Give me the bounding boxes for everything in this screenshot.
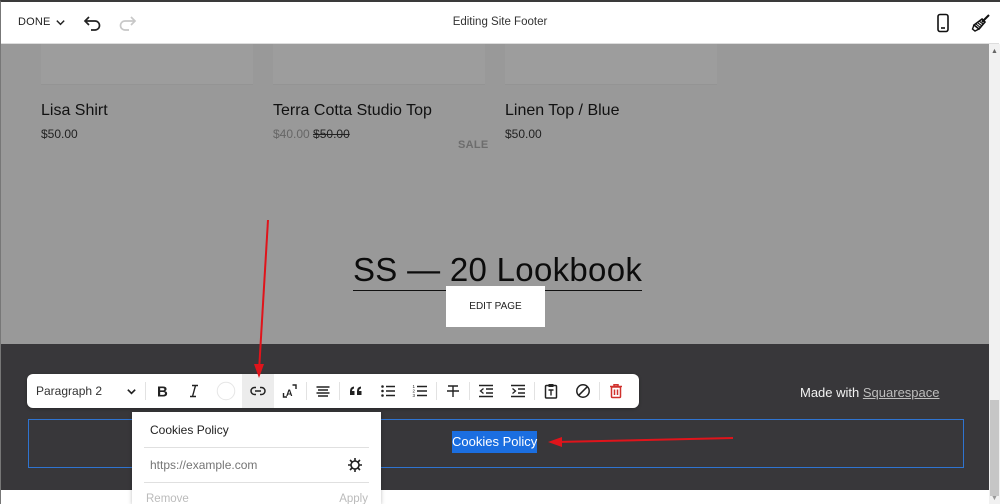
- clear-formatting-button[interactable]: [567, 374, 599, 408]
- text-color-button[interactable]: [210, 374, 242, 408]
- color-circle-icon: [216, 381, 236, 401]
- text-size-button[interactable]: A: [274, 374, 306, 408]
- product-card[interactable]: Linen Top / Blue $50.00: [505, 44, 717, 141]
- original-price: $50.00: [313, 127, 350, 141]
- product-card[interactable]: Terra Cotta Studio Top $40.00 $50.00: [273, 44, 485, 141]
- clipboard-text-icon: [544, 384, 558, 399]
- svg-text:3: 3: [413, 393, 416, 398]
- bold-button[interactable]: B: [146, 374, 178, 408]
- edit-page-button[interactable]: EDIT PAGE: [446, 286, 545, 327]
- clear-format-icon: [576, 384, 590, 398]
- product-name: Linen Top / Blue: [505, 102, 620, 119]
- strikethrough-icon: [447, 385, 459, 397]
- product-name: Terra Cotta Studio Top: [273, 102, 432, 119]
- trash-icon: [610, 384, 622, 399]
- numbered-list-icon: 123: [413, 384, 427, 398]
- apply-link-button[interactable]: Apply: [339, 493, 368, 504]
- popover-divider: [144, 447, 369, 448]
- selected-link-text[interactable]: Cookies Policy: [452, 431, 538, 453]
- popover-divider: [144, 482, 369, 483]
- mobile-preview-icon[interactable]: [934, 13, 952, 33]
- product-image: [505, 44, 717, 85]
- scroll-up-arrow-icon[interactable]: ▲: [991, 48, 998, 55]
- scrollbar-thumb[interactable]: [990, 400, 999, 496]
- bulleted-list-icon: [381, 385, 395, 397]
- made-with-text: Made with Squarespace: [800, 385, 940, 400]
- svg-text:B: B: [157, 384, 168, 400]
- product-price: $50.00: [505, 127, 542, 141]
- align-button[interactable]: [307, 374, 339, 408]
- indent-icon: [511, 384, 525, 398]
- product-image: [41, 44, 253, 85]
- bulleted-list-button[interactable]: [372, 374, 404, 408]
- indent-button[interactable]: [502, 374, 534, 408]
- paragraph-style-value: Paragraph 2: [36, 384, 103, 398]
- sale-badge: SALE: [458, 139, 489, 151]
- sale-price: $40.00: [273, 127, 310, 141]
- chevron-down-icon: [127, 388, 136, 395]
- link-text-label: Cookies Policy: [150, 423, 229, 437]
- product-price: $40.00 $50.00: [273, 127, 485, 141]
- outdent-icon: [479, 384, 493, 398]
- quote-icon: [350, 386, 362, 395]
- font-size-icon: A: [282, 384, 297, 398]
- text-format-toolbar: Paragraph 2 B A 123: [27, 374, 639, 408]
- made-with-prefix: Made with: [800, 385, 863, 400]
- product-image: [273, 44, 485, 85]
- gear-icon[interactable]: [347, 457, 363, 473]
- outdent-button[interactable]: [470, 374, 502, 408]
- bold-icon: B: [157, 384, 168, 400]
- squarespace-link[interactable]: Squarespace: [863, 385, 940, 400]
- page-title: Editing Site Footer: [452, 16, 548, 28]
- paste-plain-text-button[interactable]: [535, 374, 567, 408]
- product-name: Lisa Shirt: [41, 102, 108, 119]
- italic-button[interactable]: [178, 374, 210, 408]
- scroll-down-arrow-icon[interactable]: ▼: [991, 495, 998, 502]
- strikethrough-button[interactable]: [437, 374, 469, 408]
- quote-button[interactable]: [340, 374, 372, 408]
- editor-topbar: DONE Editing Site Footer: [1, 2, 999, 44]
- link-icon: [250, 386, 266, 396]
- remove-link-button[interactable]: Remove: [146, 493, 189, 504]
- product-price: $50.00: [41, 127, 78, 141]
- numbered-list-button[interactable]: 123: [404, 374, 436, 408]
- paintbrush-icon[interactable]: [971, 13, 991, 33]
- align-center-icon: [316, 386, 330, 397]
- link-url-input[interactable]: [150, 458, 340, 472]
- page-canvas: Lisa Shirt $50.00 Terra Cotta Studio Top…: [1, 44, 989, 344]
- product-card[interactable]: Lisa Shirt $50.00: [41, 44, 253, 141]
- lookbook-heading: SS — 20 Lookbook: [353, 250, 643, 291]
- italic-icon: [190, 384, 198, 398]
- link-popover: Cookies Policy Remove Apply: [132, 412, 381, 504]
- link-button[interactable]: [242, 374, 274, 408]
- delete-block-button[interactable]: [600, 374, 632, 408]
- svg-text:A: A: [286, 388, 293, 398]
- paragraph-style-select[interactable]: Paragraph 2: [27, 374, 145, 408]
- vertical-scrollbar[interactable]: ▲ ▼: [989, 44, 1000, 504]
